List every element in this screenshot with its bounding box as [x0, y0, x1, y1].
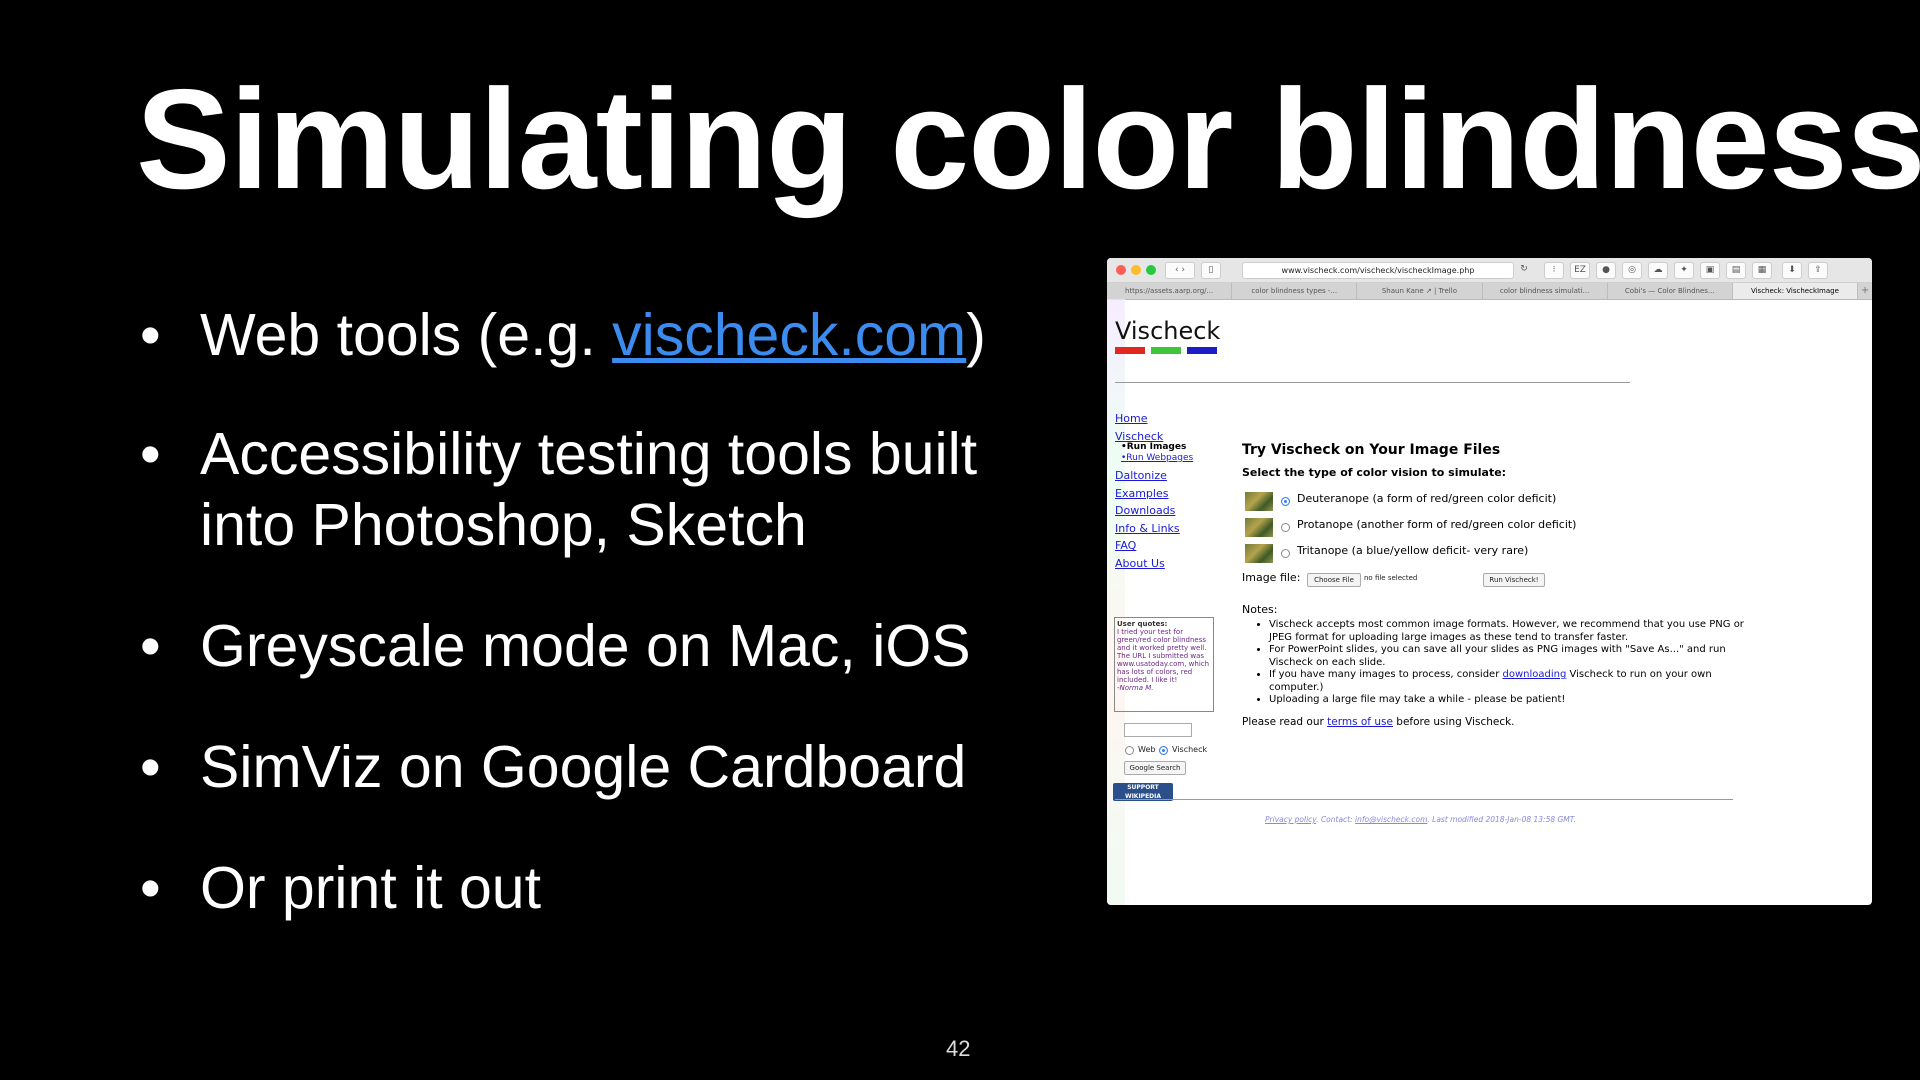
- radio-deuteranope[interactable]: [1281, 497, 1290, 506]
- protanope-thumbnail: [1245, 518, 1273, 537]
- privacy-policy-link[interactable]: Privacy policy: [1265, 815, 1316, 824]
- browser-tab[interactable]: Cobi's — Color Blindnes...: [1608, 283, 1733, 299]
- vischeck-link[interactable]: vischeck.com: [612, 302, 966, 368]
- download-icon[interactable]: ⬇: [1782, 262, 1802, 279]
- url-bar[interactable]: www.vischeck.com/vischeck/vischeckImage.…: [1242, 262, 1514, 279]
- search-input[interactable]: [1124, 723, 1192, 737]
- terms-prefix: Please read our: [1242, 716, 1328, 728]
- radio-protanope[interactable]: [1281, 523, 1290, 532]
- logo-red-bar: [1115, 347, 1145, 354]
- radio-tritanope[interactable]: [1281, 549, 1290, 558]
- no-file-text: no file selected: [1364, 574, 1418, 582]
- footer-divider: [1115, 799, 1733, 800]
- reload-icon[interactable]: ↻: [1517, 262, 1531, 277]
- zoom-window-icon[interactable]: [1146, 265, 1156, 275]
- reader-icon[interactable]: ▤: [1726, 262, 1746, 279]
- option-deuteranope: Deuteranope (a form of red/green color d…: [1297, 492, 1557, 505]
- bullet-list: Web tools (e.g. vischeck.com) Accessibil…: [140, 300, 1060, 924]
- page-subheading: Select the type of color vision to simul…: [1242, 466, 1507, 479]
- bullet-suffix: ): [966, 302, 986, 368]
- page-number: 42: [946, 1036, 971, 1061]
- new-tab-icon[interactable]: +: [1858, 283, 1872, 299]
- terms-line: Please read our terms of use before usin…: [1242, 716, 1515, 728]
- note-item: Vischeck accepts most common image forma…: [1269, 619, 1749, 644]
- slide-title: Simulating color blindness: [136, 60, 1920, 219]
- site-logo[interactable]: Vischeck: [1115, 317, 1220, 345]
- option-protanope: Protanope (another form of red/green col…: [1297, 518, 1577, 531]
- nav-info-links[interactable]: Info & Links: [1115, 522, 1180, 535]
- notes-heading: Notes:: [1242, 603, 1278, 616]
- choose-file-button[interactable]: Choose File: [1307, 573, 1361, 587]
- minimize-window-icon[interactable]: [1131, 265, 1141, 275]
- footer-modified: . Last modified 2018-Jan-08 13:58 GMT.: [1427, 815, 1576, 824]
- google-search-button[interactable]: Google Search: [1124, 761, 1186, 775]
- bullet-greyscale: Greyscale mode on Mac, iOS: [140, 611, 1060, 682]
- downloading-link[interactable]: downloading: [1503, 669, 1567, 680]
- browser-tab[interactable]: Shaun Kane ↗ | Trello: [1357, 283, 1483, 299]
- nav-home[interactable]: Home: [1115, 412, 1147, 425]
- option-tritanope: Tritanope (a blue/yellow deficit- very r…: [1297, 544, 1529, 557]
- note-item: If you have many images to process, cons…: [1269, 669, 1749, 694]
- extension-icon[interactable]: EZ: [1570, 262, 1590, 279]
- logo-green-bar: [1151, 347, 1181, 354]
- bullet-prefix: Web tools (e.g.: [200, 302, 613, 368]
- bullet-web-tools: Web tools (e.g. vischeck.com): [140, 300, 1060, 371]
- browser-tab-bar: https://assets.aarp.org/... color blindn…: [1107, 283, 1872, 300]
- extension-icon[interactable]: ◎: [1622, 262, 1642, 279]
- extension-icon[interactable]: ▦: [1752, 262, 1772, 279]
- browser-tab[interactable]: https://assets.aarp.org/...: [1107, 283, 1233, 299]
- logo-blue-bar: [1187, 347, 1217, 354]
- browser-tab[interactable]: color blindness simulati...: [1483, 283, 1608, 299]
- nav-run-webpages[interactable]: •Run Webpages: [1121, 453, 1193, 463]
- browser-tab[interactable]: color blindness types -...: [1232, 283, 1358, 299]
- nav-run-images: •Run Images: [1121, 442, 1187, 452]
- page-heading: Try Vischeck on Your Image Files: [1242, 442, 1501, 458]
- page-edge-decoration: [1107, 299, 1125, 905]
- user-quote-box: User quotes: I tried your test for green…: [1114, 617, 1214, 712]
- header-divider: [1115, 382, 1630, 383]
- footer-contact: . Contact:: [1316, 815, 1356, 824]
- nav-daltonize[interactable]: Daltonize: [1115, 469, 1167, 482]
- extension-icon[interactable]: ▣: [1700, 262, 1720, 279]
- terms-suffix: before using Vischeck.: [1392, 716, 1515, 728]
- note-item: For PowerPoint slides, you can save all …: [1269, 644, 1749, 669]
- bullet-accessibility-tools: Accessibility testing tools built into P…: [140, 419, 1060, 561]
- image-file-label: Image file:: [1242, 571, 1301, 584]
- back-forward-icon[interactable]: ‹ ›: [1165, 262, 1195, 279]
- web-page: Vischeck Home Vischeck •Run Images •Run …: [1107, 299, 1872, 905]
- close-window-icon[interactable]: [1116, 265, 1126, 275]
- note-item: Uploading a large file may take a while …: [1269, 694, 1749, 707]
- tritanope-thumbnail: [1245, 544, 1273, 563]
- url-text: www.vischeck.com/vischeck/vischeckImage.…: [1281, 266, 1475, 275]
- radio-web-label: Web: [1138, 745, 1156, 754]
- page-footer: Privacy policy. Contact: info@vischeck.c…: [1265, 815, 1576, 824]
- bullet-print: Or print it out: [140, 853, 1060, 924]
- run-vischeck-button[interactable]: Run Vischeck!: [1483, 573, 1545, 587]
- quote-author: -Norma M.: [1117, 684, 1154, 692]
- note-download-prefix: If you have many images to process, cons…: [1269, 669, 1503, 680]
- browser-screenshot: ‹ › ▯ www.vischeck.com/vischeck/vischeck…: [1107, 258, 1872, 905]
- terms-of-use-link[interactable]: terms of use: [1327, 716, 1393, 728]
- nav-downloads[interactable]: Downloads: [1115, 504, 1175, 517]
- extension-icon[interactable]: ●: [1596, 262, 1616, 279]
- nav-about[interactable]: About Us: [1115, 557, 1165, 570]
- pin-icon[interactable]: ✦: [1674, 262, 1694, 279]
- browser-toolbar: ‹ › ▯ www.vischeck.com/vischeck/vischeck…: [1107, 258, 1872, 283]
- cloud-icon[interactable]: ☁: [1648, 262, 1668, 279]
- browser-tab-active[interactable]: Vischeck: VischeckImage: [1732, 283, 1859, 299]
- nav-faq[interactable]: FAQ: [1115, 539, 1136, 552]
- quote-heading: User quotes:: [1117, 620, 1168, 628]
- share-icon[interactable]: ⇪: [1808, 262, 1828, 279]
- radio-vischeck[interactable]: [1159, 746, 1168, 755]
- bullet-simviz: SimViz on Google Cardboard: [140, 732, 1060, 803]
- deuteranope-thumbnail: [1245, 492, 1273, 511]
- nav-examples[interactable]: Examples: [1115, 487, 1168, 500]
- radio-web[interactable]: [1125, 746, 1134, 755]
- notes-list: Vischeck accepts most common image forma…: [1257, 619, 1749, 707]
- quote-text: I tried your test for green/red color bl…: [1117, 628, 1210, 684]
- contact-email-link[interactable]: info@vischeck.com: [1355, 815, 1427, 824]
- extension-icon[interactable]: ⁝: [1544, 262, 1564, 279]
- radio-vischeck-label: Vischeck: [1172, 745, 1208, 754]
- sidebar-icon[interactable]: ▯: [1201, 262, 1221, 279]
